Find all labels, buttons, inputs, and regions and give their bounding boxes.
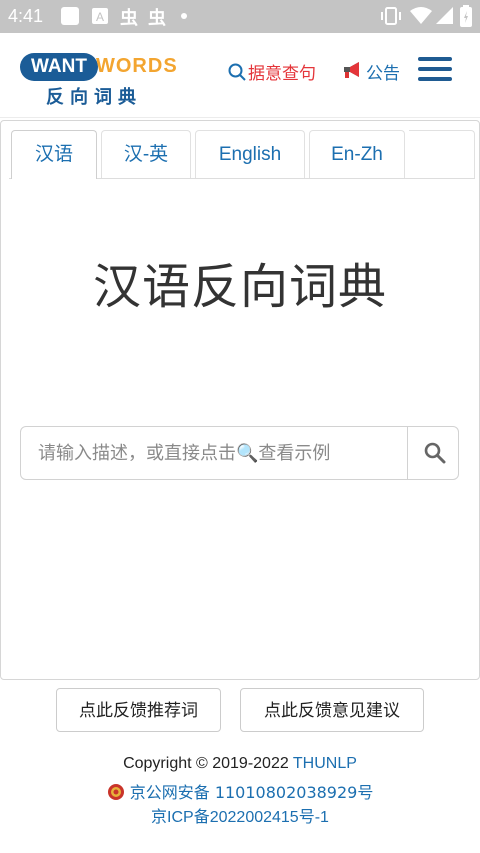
status-time: 4:41 [8,6,44,26]
search-icon [424,442,446,464]
tab-chinese-english[interactable]: 汉-英 [101,130,191,178]
search-button[interactable] [407,427,459,479]
wantwords-logo[interactable]: WANT WORDS 反向词典 [20,51,186,108]
search-by-meaning-link[interactable]: 据意查句 [228,59,316,84]
wifi-icon [410,7,432,24]
bug-icon: 虫 [120,7,138,28]
copyright: Copyright © 2019-2022 THUNLP [0,755,480,773]
menu-icon[interactable] [418,55,454,83]
svg-text:A: A [96,10,104,24]
search-input[interactable] [21,427,407,479]
feedback-recommend-button[interactable]: 点此反馈推荐词 [56,688,221,732]
svg-text:虫: 虫 [148,7,166,28]
vibrate-icon [381,7,401,25]
dictionary-card: 汉语 汉-英 English En-Zh 汉语反向词典 [0,120,480,680]
font-a-icon: A [92,8,108,24]
announcement-link[interactable]: 公告 [342,59,400,84]
search-box [20,426,459,480]
copyright-text: Copyright © 2019-2022 [123,755,289,772]
square-icon [61,7,79,25]
megaphone-icon [344,62,359,78]
battery-icon [460,5,472,27]
logo-want: WANT [20,53,98,81]
feedback-suggestion-button[interactable]: 点此反馈意见建议 [240,688,424,732]
tab-english-chinese[interactable]: En-Zh [309,130,405,178]
icp-filing-link[interactable]: 京ICP备2022002415号-1 [0,803,480,827]
status-bar: 4:41 A 虫 虫 [0,0,480,33]
svg-text:虫: 虫 [120,7,138,28]
signal-icon [436,7,453,24]
language-tabs: 汉语 汉-英 English En-Zh [1,121,479,179]
announcement-label: 公告 [366,64,400,84]
police-emblem-icon [107,784,124,800]
public-security-filing-label: 京公网安备 11010802038929号 [129,783,374,802]
bug-icon: 虫 [148,7,166,28]
search-by-meaning-label: 据意查句 [248,64,316,84]
page-title: 汉语反向词典 [92,259,387,315]
magnifier-icon [228,63,246,81]
tabs-filler [409,130,475,178]
logo-chinese: 反向词典 [46,87,142,108]
tab-chinese[interactable]: 汉语 [11,130,97,179]
thunlp-link[interactable]: THUNLP [293,755,357,772]
dot-icon [181,13,187,19]
app-header: WANT WORDS 反向词典 据意查句 公告 [0,33,480,118]
tab-english[interactable]: English [195,130,305,178]
logo-words: WORDS [96,55,178,77]
public-security-filing[interactable]: 京公网安备 11010802038929号 [0,779,480,803]
